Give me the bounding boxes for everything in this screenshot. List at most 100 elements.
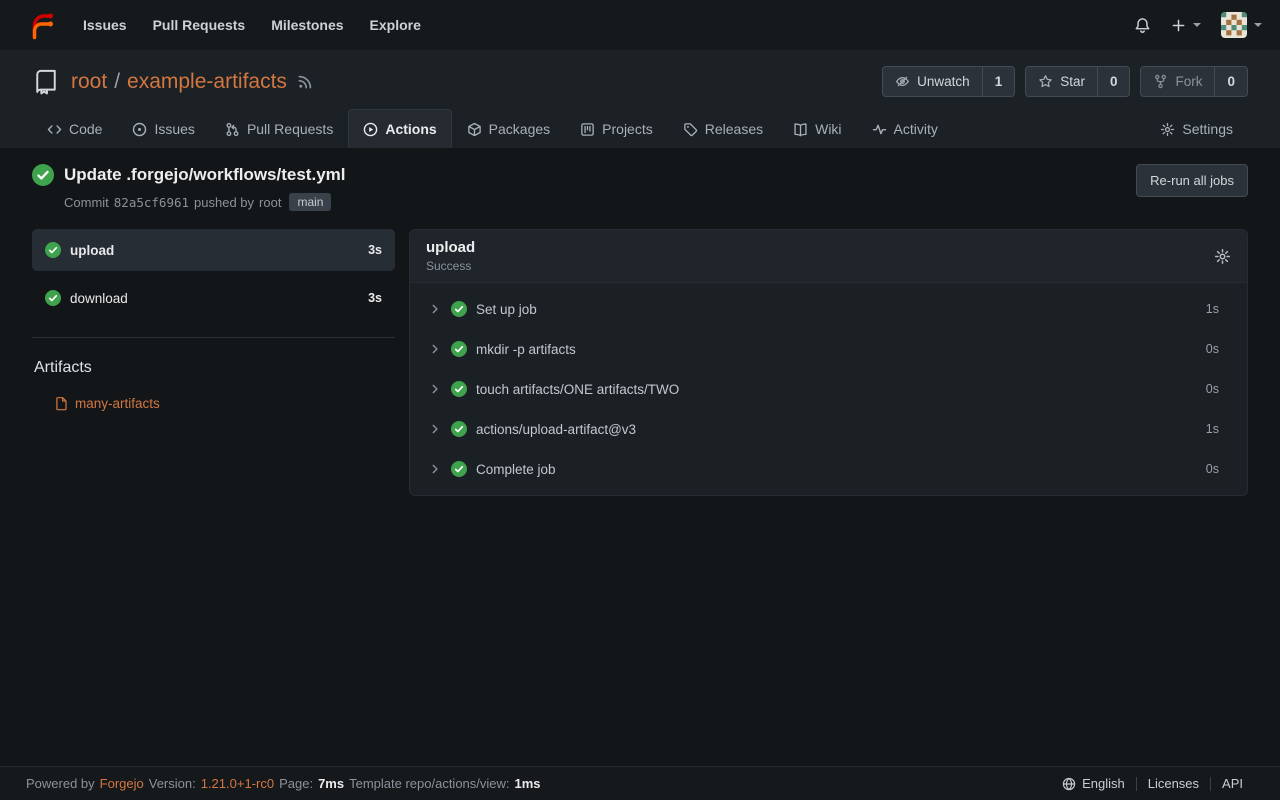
unwatch-label: Unwatch xyxy=(917,74,970,89)
gear-icon xyxy=(1160,122,1175,137)
repo-separator: / xyxy=(114,70,120,94)
nav-milestones[interactable]: Milestones xyxy=(258,9,356,41)
forgejo-link[interactable]: Forgejo xyxy=(100,776,144,791)
step-row[interactable]: actions/upload-artifact@v3 1s xyxy=(410,409,1247,449)
step-duration: 1s xyxy=(1206,422,1219,436)
tab-projects[interactable]: Projects xyxy=(565,109,668,148)
tab-label: Activity xyxy=(894,121,938,137)
author-link[interactable]: root xyxy=(259,195,281,210)
check-circle-icon xyxy=(451,341,467,357)
tab-settings[interactable]: Settings xyxy=(1145,109,1248,148)
chevron-right-icon xyxy=(428,462,442,476)
version-link[interactable]: 1.21.0+1-rc0 xyxy=(201,776,274,791)
job-name: download xyxy=(70,291,128,306)
repo-title-row: root / example-artifacts Unwatch 1 Star … xyxy=(32,66,1248,97)
gear-icon xyxy=(1214,248,1231,265)
divider xyxy=(32,337,395,338)
run-header: Update .forgejo/workflows/test.yml Commi… xyxy=(32,164,1248,211)
template-time-value: 1ms xyxy=(515,776,541,791)
nav-explore[interactable]: Explore xyxy=(357,9,434,41)
commit-sha-link[interactable]: 82a5cf6961 xyxy=(114,195,189,210)
watch-button-group: Unwatch 1 xyxy=(882,66,1015,97)
licenses-link[interactable]: Licenses xyxy=(1137,776,1210,791)
nav-issues[interactable]: Issues xyxy=(70,9,140,41)
forgejo-logo[interactable] xyxy=(24,9,56,41)
artifact-name: many-artifacts xyxy=(75,396,160,411)
jobs-sidebar: upload 3s download 3s Artifacts many-art… xyxy=(32,229,395,496)
tab-wiki[interactable]: Wiki xyxy=(778,109,856,148)
check-circle-icon xyxy=(451,421,467,437)
issue-icon xyxy=(132,122,147,137)
tab-pull-requests[interactable]: Pull Requests xyxy=(210,109,348,148)
language-label: English xyxy=(1082,776,1125,791)
job-row-download[interactable]: download 3s xyxy=(32,277,395,319)
pulse-icon xyxy=(872,122,887,137)
step-row[interactable]: mkdir -p artifacts 0s xyxy=(410,329,1247,369)
nav-pull-requests[interactable]: Pull Requests xyxy=(140,9,259,41)
watchers-count[interactable]: 1 xyxy=(982,67,1015,96)
fork-button[interactable]: Fork xyxy=(1141,67,1214,96)
run-title-block: Update .forgejo/workflows/test.yml Commi… xyxy=(32,164,346,211)
eye-off-icon xyxy=(895,74,910,89)
star-label: Star xyxy=(1060,74,1085,89)
chevron-right-icon xyxy=(428,302,442,316)
api-link[interactable]: API xyxy=(1211,776,1254,791)
step-row[interactable]: Complete job 0s xyxy=(410,449,1247,489)
job-duration: 3s xyxy=(368,291,382,305)
page-footer: Powered by Forgejo Version: 1.21.0+1-rc0… xyxy=(0,766,1280,800)
job-options-button[interactable] xyxy=(1214,248,1231,265)
project-icon xyxy=(580,122,595,137)
notifications-button[interactable] xyxy=(1134,17,1151,34)
job-detail-status: Success xyxy=(426,259,475,273)
pull-request-icon xyxy=(225,122,240,137)
tab-label: Projects xyxy=(602,121,653,137)
rerun-all-jobs-button[interactable]: Re-run all jobs xyxy=(1136,164,1248,197)
job-row-upload[interactable]: upload 3s xyxy=(32,229,395,271)
step-list: Set up job 1s mkdir -p artifacts 0s touc… xyxy=(410,283,1247,495)
tab-packages[interactable]: Packages xyxy=(452,109,565,148)
tab-code[interactable]: Code xyxy=(32,109,117,148)
repo-header: root / example-artifacts Unwatch 1 Star … xyxy=(0,50,1280,148)
repo-breadcrumb: root / example-artifacts xyxy=(71,70,287,94)
create-menu-button[interactable] xyxy=(1171,18,1201,33)
tab-label: Actions xyxy=(385,121,436,137)
tab-activity[interactable]: Activity xyxy=(857,109,953,148)
fork-icon xyxy=(1153,74,1168,89)
tab-label: Packages xyxy=(489,121,550,137)
step-label: Complete job xyxy=(476,462,556,477)
job-detail-header: upload Success xyxy=(410,230,1247,283)
stars-count[interactable]: 0 xyxy=(1097,67,1130,96)
repo-icon xyxy=(32,68,60,96)
repo-owner-link[interactable]: root xyxy=(71,70,107,94)
chevron-right-icon xyxy=(428,422,442,436)
user-menu-button[interactable] xyxy=(1221,12,1262,38)
job-detail-title: upload xyxy=(426,239,475,256)
repo-name-link[interactable]: example-artifacts xyxy=(127,70,287,94)
artifact-link-many-artifacts[interactable]: many-artifacts xyxy=(54,396,395,411)
check-circle-icon xyxy=(32,164,54,186)
caret-down-icon xyxy=(1254,23,1262,27)
tab-label: Issues xyxy=(154,121,194,137)
footer-right: English Licenses API xyxy=(1051,776,1254,791)
actions-run-view: Update .forgejo/workflows/test.yml Commi… xyxy=(0,148,1280,766)
rss-button[interactable] xyxy=(297,74,313,90)
commit-line: Commit 82a5cf6961 pushed by root main xyxy=(64,193,346,211)
unwatch-button[interactable]: Unwatch xyxy=(883,67,982,96)
job-detail-panel: upload Success Set up job 1s mkdir -p xyxy=(409,229,1248,496)
job-detail-title-block: upload Success xyxy=(426,239,475,273)
forks-count[interactable]: 0 xyxy=(1214,67,1247,96)
step-row[interactable]: touch artifacts/ONE artifacts/TWO 0s xyxy=(410,369,1247,409)
check-circle-icon xyxy=(451,301,467,317)
tab-issues[interactable]: Issues xyxy=(117,109,209,148)
tab-actions[interactable]: Actions xyxy=(348,109,451,148)
tab-label: Wiki xyxy=(815,121,841,137)
star-button-group: Star 0 xyxy=(1025,66,1130,97)
tab-label: Settings xyxy=(1182,121,1233,137)
version-label: Version: xyxy=(149,776,196,791)
star-button[interactable]: Star xyxy=(1026,67,1097,96)
language-selector[interactable]: English xyxy=(1051,776,1136,791)
step-row[interactable]: Set up job 1s xyxy=(410,289,1247,329)
tab-releases[interactable]: Releases xyxy=(668,109,778,148)
rss-icon xyxy=(297,74,313,90)
branch-badge[interactable]: main xyxy=(289,193,331,211)
